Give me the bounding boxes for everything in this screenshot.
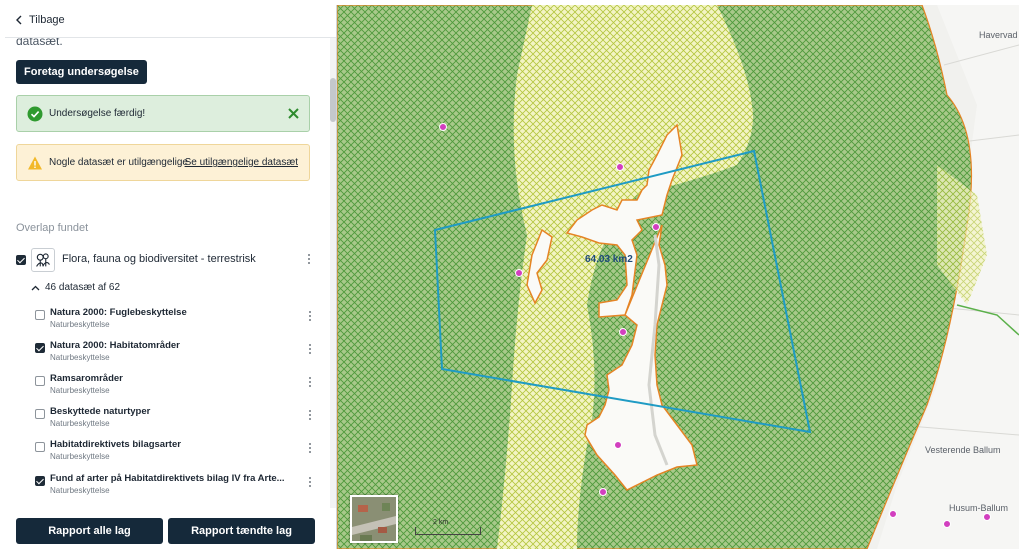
dataset-subtitle: Naturbeskyttelse — [50, 452, 110, 461]
dataset-checkbox[interactable] — [35, 376, 45, 386]
group-checkbox[interactable] — [16, 255, 26, 265]
dataset-subtitle: Naturbeskyttelse — [50, 419, 110, 428]
place-label: Havervad — [979, 30, 1018, 40]
aerial-image-icon — [352, 497, 396, 541]
dataset-menu-icon[interactable] — [308, 311, 312, 323]
place-label: Vesterende Ballum — [925, 445, 1001, 455]
dataset-checkbox[interactable] — [35, 310, 45, 320]
dataset-count-label: 46 datasæt af 62 — [45, 282, 121, 293]
dataset-menu-icon[interactable] — [308, 377, 312, 389]
dataset-title: Ramsarområder — [50, 373, 123, 384]
dataset-menu-icon[interactable] — [308, 443, 312, 455]
dataset-subtitle: Naturbeskyttelse — [50, 353, 110, 362]
side-panel: Tilbage datasæt. Foretag undersøgelse Un… — [5, 5, 337, 549]
close-icon[interactable] — [287, 107, 300, 120]
group-menu-icon[interactable] — [307, 254, 311, 266]
dataset-title: Natura 2000: Fuglebeskyttelse — [50, 307, 187, 318]
warning-icon — [28, 156, 42, 169]
panel-scroll-area[interactable]: datasæt. Foretag undersøgelse Undersøgel… — [5, 38, 331, 508]
area-measurement-label: 64.03 km2 — [585, 254, 633, 265]
dataset-subtitle: Naturbeskyttelse — [50, 386, 110, 395]
dataset-count-toggle[interactable]: 46 datasæt af 62 — [31, 282, 120, 293]
report-all-layers-button[interactable]: Rapport alle lag — [16, 518, 163, 544]
report-bar: Rapport alle lag Rapport tændte lag — [5, 508, 336, 549]
back-label: Tilbage — [29, 14, 65, 26]
dataset-title: Natura 2000: Habitatområder — [50, 340, 180, 351]
dataset-row[interactable]: Beskyttede naturtyper Naturbeskyttelse — [35, 405, 321, 437]
dataset-row[interactable]: Habitatdirektivets bilagsarter Naturbesk… — [35, 438, 321, 470]
layer-group-row: Flora, fauna og biodiversitet - terrestr… — [16, 248, 316, 272]
group-label: Flora, fauna og biodiversitet - terrestr… — [62, 253, 256, 265]
dataset-subtitle: Naturbeskyttelse — [50, 486, 110, 495]
dataset-title: Beskyttede naturtyper — [50, 406, 151, 417]
dataset-checkbox[interactable] — [35, 442, 45, 452]
dataset-menu-icon[interactable] — [308, 410, 312, 422]
run-analysis-button[interactable]: Foretag undersøgelse — [16, 60, 147, 84]
app-frame: Tilbage datasæt. Foretag undersøgelse Un… — [0, 0, 1019, 554]
basemap-thumbnail[interactable] — [350, 495, 398, 543]
dataset-checkbox[interactable] — [35, 343, 45, 353]
overlap-title: Overlap fundet — [16, 222, 89, 234]
unavailable-datasets-link[interactable]: Se utilgængelige datasæt — [185, 157, 298, 168]
scale-label: 2 km — [433, 519, 449, 526]
map-layers — [337, 5, 1019, 549]
dataset-title: Fund af arter på Habitatdirektivets bila… — [50, 473, 285, 484]
dataset-title: Habitatdirektivets bilagsarter — [50, 439, 181, 450]
dataset-row[interactable]: Fund af arter på Habitatdirektivets bila… — [35, 472, 321, 504]
check-circle-icon — [27, 106, 43, 121]
dataset-checkbox[interactable] — [35, 409, 45, 419]
panel-header: Tilbage — [5, 5, 336, 38]
map-canvas[interactable]: 64.03 km2 Havervad Vesterende Ballum Hus… — [337, 5, 1019, 549]
dataset-row[interactable]: Ramsarområder Naturbeskyttelse — [35, 372, 321, 404]
scale-bar — [415, 527, 481, 535]
intro-text: datasæt. — [16, 38, 63, 48]
dataset-row[interactable]: Natura 2000: Habitatområder Naturbeskytt… — [35, 339, 321, 371]
chevron-up-icon — [31, 285, 40, 290]
dataset-menu-icon[interactable] — [308, 477, 312, 489]
dataset-checkbox[interactable] — [35, 476, 45, 486]
warning-alert: Nogle datasæt er utilgængelige Se utilgæ… — [16, 144, 310, 181]
biodiversity-icon — [31, 248, 55, 272]
scrollbar[interactable] — [330, 38, 336, 508]
dataset-menu-icon[interactable] — [308, 344, 312, 356]
report-visible-layers-button[interactable]: Rapport tændte lag — [168, 518, 315, 544]
scrollbar-thumb[interactable] — [330, 78, 336, 122]
place-label: Husum-Ballum — [949, 503, 1009, 513]
warning-text: Nogle datasæt er utilgængelige — [49, 157, 188, 168]
dataset-subtitle: Naturbeskyttelse — [50, 320, 110, 329]
success-text: Undersøgelse færdig! — [49, 108, 146, 119]
chevron-left-icon — [16, 15, 22, 25]
success-alert: Undersøgelse færdig! — [16, 95, 310, 132]
back-link[interactable]: Tilbage — [15, 14, 65, 26]
dataset-row[interactable]: Natura 2000: Fuglebeskyttelse Naturbesky… — [35, 306, 321, 338]
